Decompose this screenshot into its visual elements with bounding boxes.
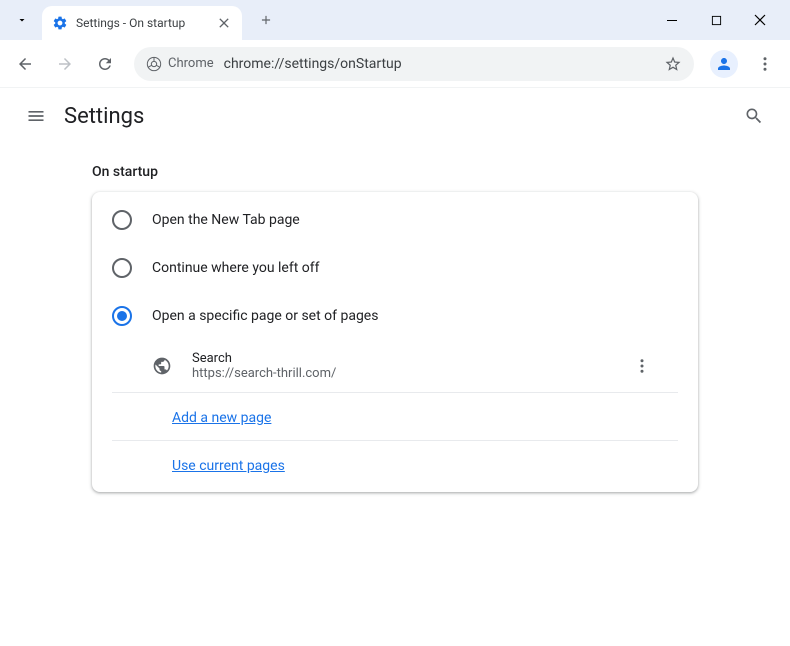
globe-icon [152, 356, 172, 376]
plus-icon [259, 13, 273, 27]
add-page-row: Add a new page [112, 393, 678, 441]
profile-button[interactable] [710, 50, 738, 78]
settings-header: Settings [0, 88, 790, 144]
browser-menu-button[interactable] [748, 47, 782, 81]
radio-option-continue[interactable]: Continue where you left off [92, 244, 698, 292]
search-settings-button[interactable] [734, 96, 774, 136]
startup-page-url: https://search-thrill.com/ [192, 366, 626, 381]
bookmark-star-icon[interactable] [664, 55, 682, 73]
forward-button[interactable] [48, 47, 82, 81]
reload-icon [96, 55, 114, 73]
chevron-down-icon [16, 14, 28, 26]
radio-label: Open the New Tab page [152, 212, 300, 228]
back-button[interactable] [8, 47, 42, 81]
minimize-button[interactable] [650, 4, 694, 36]
hamburger-icon [26, 106, 46, 126]
more-vert-icon [633, 357, 651, 375]
startup-page-row: Search https://search-thrill.com/ [112, 340, 678, 393]
tab-search-dropdown[interactable] [8, 6, 36, 34]
radio-option-new-tab[interactable]: Open the New Tab page [92, 196, 698, 244]
menu-button[interactable] [16, 96, 56, 136]
radio-option-specific-pages[interactable]: Open a specific page or set of pages [92, 292, 698, 340]
section-title: On startup [92, 164, 698, 180]
chrome-chip-label: Chrome [168, 56, 214, 71]
radio-label: Continue where you left off [152, 260, 320, 276]
reload-button[interactable] [88, 47, 122, 81]
arrow-right-icon [56, 55, 74, 73]
chrome-chip: Chrome [146, 56, 214, 72]
tab-title: Settings - On startup [76, 16, 216, 30]
url-text: chrome://settings/onStartup [224, 56, 664, 72]
browser-tab[interactable]: Settings - On startup [42, 6, 242, 40]
close-window-button[interactable] [738, 4, 782, 36]
page-title: Settings [64, 104, 144, 129]
use-current-link[interactable]: Use current pages [172, 458, 285, 474]
browser-toolbar: Chrome chrome://settings/onStartup [0, 40, 790, 88]
window-controls [650, 4, 782, 36]
settings-content: On startup Open the New Tab page Continu… [0, 144, 790, 492]
maximize-button[interactable] [694, 4, 738, 36]
new-tab-button[interactable] [252, 6, 280, 34]
add-page-link[interactable]: Add a new page [172, 410, 271, 426]
gear-icon [52, 15, 68, 31]
more-vert-icon [756, 55, 774, 73]
person-icon [715, 55, 733, 73]
maximize-icon [711, 15, 722, 26]
startup-page-title: Search [192, 351, 626, 366]
chrome-logo-icon [146, 56, 162, 72]
arrow-left-icon [16, 55, 34, 73]
radio-icon [112, 210, 132, 230]
radio-label: Open a specific page or set of pages [152, 308, 378, 324]
search-icon [744, 106, 764, 126]
titlebar: Settings - On startup [0, 0, 790, 40]
radio-icon [112, 306, 132, 326]
close-icon [754, 14, 766, 26]
minimize-icon [666, 14, 678, 26]
address-bar[interactable]: Chrome chrome://settings/onStartup [134, 47, 694, 81]
page-more-button[interactable] [626, 350, 658, 382]
use-current-row: Use current pages [112, 441, 678, 488]
radio-icon [112, 258, 132, 278]
close-icon[interactable] [216, 15, 232, 31]
startup-card: Open the New Tab page Continue where you… [92, 192, 698, 492]
